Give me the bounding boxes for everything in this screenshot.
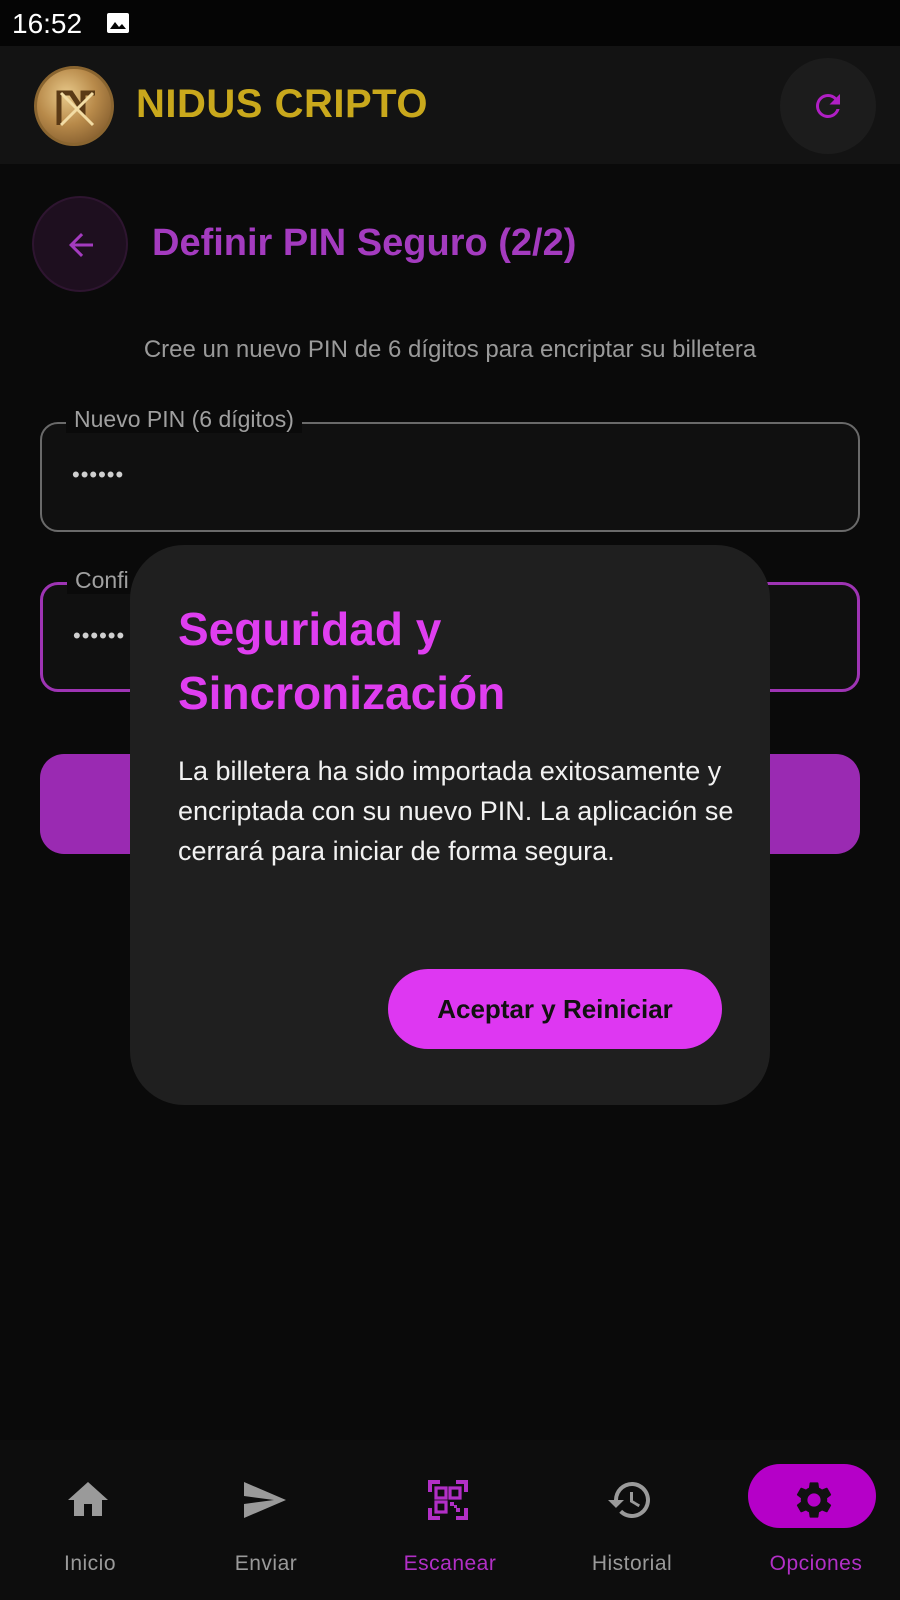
arrow-back-icon [69, 233, 93, 257]
nav-label-opciones: Opciones [769, 1552, 863, 1575]
nav-label-enviar: Enviar [234, 1552, 298, 1575]
new-pin-field[interactable]: Nuevo PIN (6 dígitos) •••••• [40, 406, 860, 532]
app-header: NIDUS CRIPTO [0, 46, 900, 164]
new-pin-label: Nuevo PIN (6 dígitos) [66, 406, 302, 433]
security-sync-dialog: Seguridad y Sincronización La billetera … [130, 545, 770, 1105]
nav-item-enviar[interactable]: Enviar [176, 1440, 356, 1600]
status-bar: 16:52 [0, 0, 900, 46]
back-button[interactable] [32, 196, 128, 292]
nav-label-escanear: Escanear [403, 1552, 497, 1575]
nav-label-historial: Historial [591, 1552, 673, 1575]
confirm-pin-value: •••••• [73, 623, 126, 648]
nav-label-inicio: Inicio [63, 1552, 117, 1575]
nav-item-escanear[interactable]: Escanear [360, 1440, 540, 1600]
nav-item-inicio[interactable]: Inicio [0, 1440, 180, 1600]
refresh-button[interactable] [780, 58, 876, 154]
nav-item-opciones[interactable]: Opciones [726, 1440, 900, 1600]
accept-restart-button[interactable]: Aceptar y Reiniciar [388, 969, 722, 1049]
dialog-body: La billetera ha sido importada exitosame… [178, 756, 734, 866]
qr-scan-icon [428, 1480, 468, 1520]
dialog-title: Seguridad y Sincronización [178, 603, 506, 719]
home-icon [68, 1482, 108, 1516]
history-icon [608, 1482, 650, 1518]
nav-item-historial[interactable]: Historial [542, 1440, 722, 1600]
refresh-icon [815, 93, 840, 118]
settings-icon [796, 1482, 832, 1518]
app-logo [34, 66, 114, 146]
new-pin-value: •••••• [72, 462, 125, 487]
status-time: 16:52 [12, 8, 83, 39]
confirm-pin-label: Confi [67, 567, 137, 594]
image-notification-icon [107, 13, 129, 33]
app-title: NIDUS CRIPTO [136, 82, 428, 126]
send-icon [244, 1482, 286, 1518]
page-title: Definir PIN Seguro (2/2) [152, 222, 577, 264]
page-subtitle: Cree un nuevo PIN de 6 dígitos para encr… [143, 336, 757, 363]
bottom-nav: Inicio Enviar Escanear Historial Opcione… [0, 1440, 900, 1600]
logo-monogram-icon [56, 90, 95, 127]
